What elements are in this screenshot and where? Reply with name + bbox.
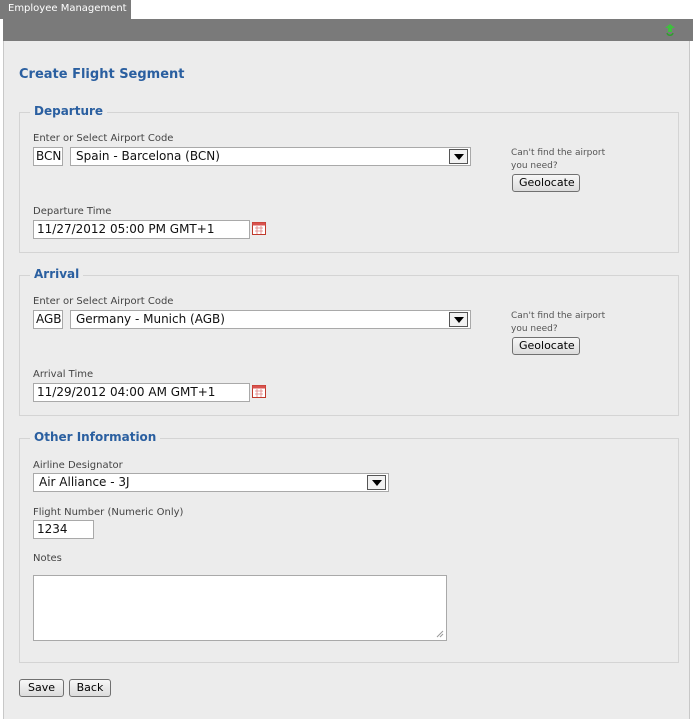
departure-airport-code-input[interactable]: BCN — [33, 147, 63, 166]
airline-designator-selected: Air Alliance - 3J — [39, 475, 130, 489]
arrival-section: Arrival Enter or Select Airport Code AGB… — [19, 267, 679, 416]
departure-section: Departure Enter or Select Airport Code B… — [19, 104, 679, 253]
page-title: Create Flight Segment — [19, 67, 185, 82]
page-content: Create Flight Segment Departure Enter or… — [3, 41, 690, 719]
arrival-airport-code-input[interactable]: AGB — [33, 310, 63, 329]
arrival-geolocate-button[interactable]: Geolocate — [512, 337, 580, 355]
departure-time-input[interactable]: 11/27/2012 05:00 PM GMT+1 — [33, 220, 250, 239]
airline-designator-label: Airline Designator — [33, 460, 123, 471]
departure-legend: Departure — [30, 104, 108, 118]
chevron-down-icon[interactable] — [367, 475, 386, 490]
arrival-time-label: Arrival Time — [33, 369, 94, 380]
other-information-section: Other Information Airline Designator Air… — [19, 430, 679, 663]
departure-hint-text: Can't find the airport you need? — [511, 148, 606, 171]
save-button[interactable]: Save — [19, 679, 64, 697]
arrival-legend: Arrival — [30, 267, 84, 281]
departure-geolocate-button[interactable]: Geolocate — [512, 174, 580, 192]
airline-designator-select[interactable]: Air Alliance - 3J — [33, 473, 389, 492]
arrival-hint-text: Can't find the airport you need? — [511, 311, 606, 334]
chevron-down-icon[interactable] — [449, 149, 468, 164]
header-bar — [3, 19, 693, 41]
arrival-airport-label: Enter or Select Airport Code — [33, 296, 174, 307]
departure-airport-select[interactable]: Spain - Barcelona (BCN) — [70, 147, 471, 166]
refresh-icon[interactable] — [663, 22, 677, 38]
notes-label: Notes — [33, 553, 62, 564]
notes-textarea[interactable] — [33, 575, 447, 641]
calendar-icon[interactable] — [252, 385, 266, 398]
flight-number-label: Flight Number (Numeric Only) — [33, 507, 184, 518]
departure-airport-label: Enter or Select Airport Code — [33, 133, 174, 144]
arrival-time-input[interactable]: 11/29/2012 04:00 AM GMT+1 — [33, 383, 250, 402]
other-information-legend: Other Information — [30, 430, 161, 444]
arrival-airport-select[interactable]: Germany - Munich (AGB) — [70, 310, 471, 329]
departure-time-label: Departure Time — [33, 206, 112, 217]
chevron-down-icon[interactable] — [449, 312, 468, 327]
back-button[interactable]: Back — [69, 679, 111, 697]
flight-number-input[interactable]: 1234 — [33, 520, 94, 539]
tab-employee-management[interactable]: Employee Management — [0, 0, 131, 19]
departure-airport-selected: Spain - Barcelona (BCN) — [76, 149, 220, 163]
calendar-icon[interactable] — [252, 222, 266, 235]
arrival-airport-selected: Germany - Munich (AGB) — [76, 312, 225, 326]
resize-grip-icon[interactable] — [434, 628, 444, 638]
